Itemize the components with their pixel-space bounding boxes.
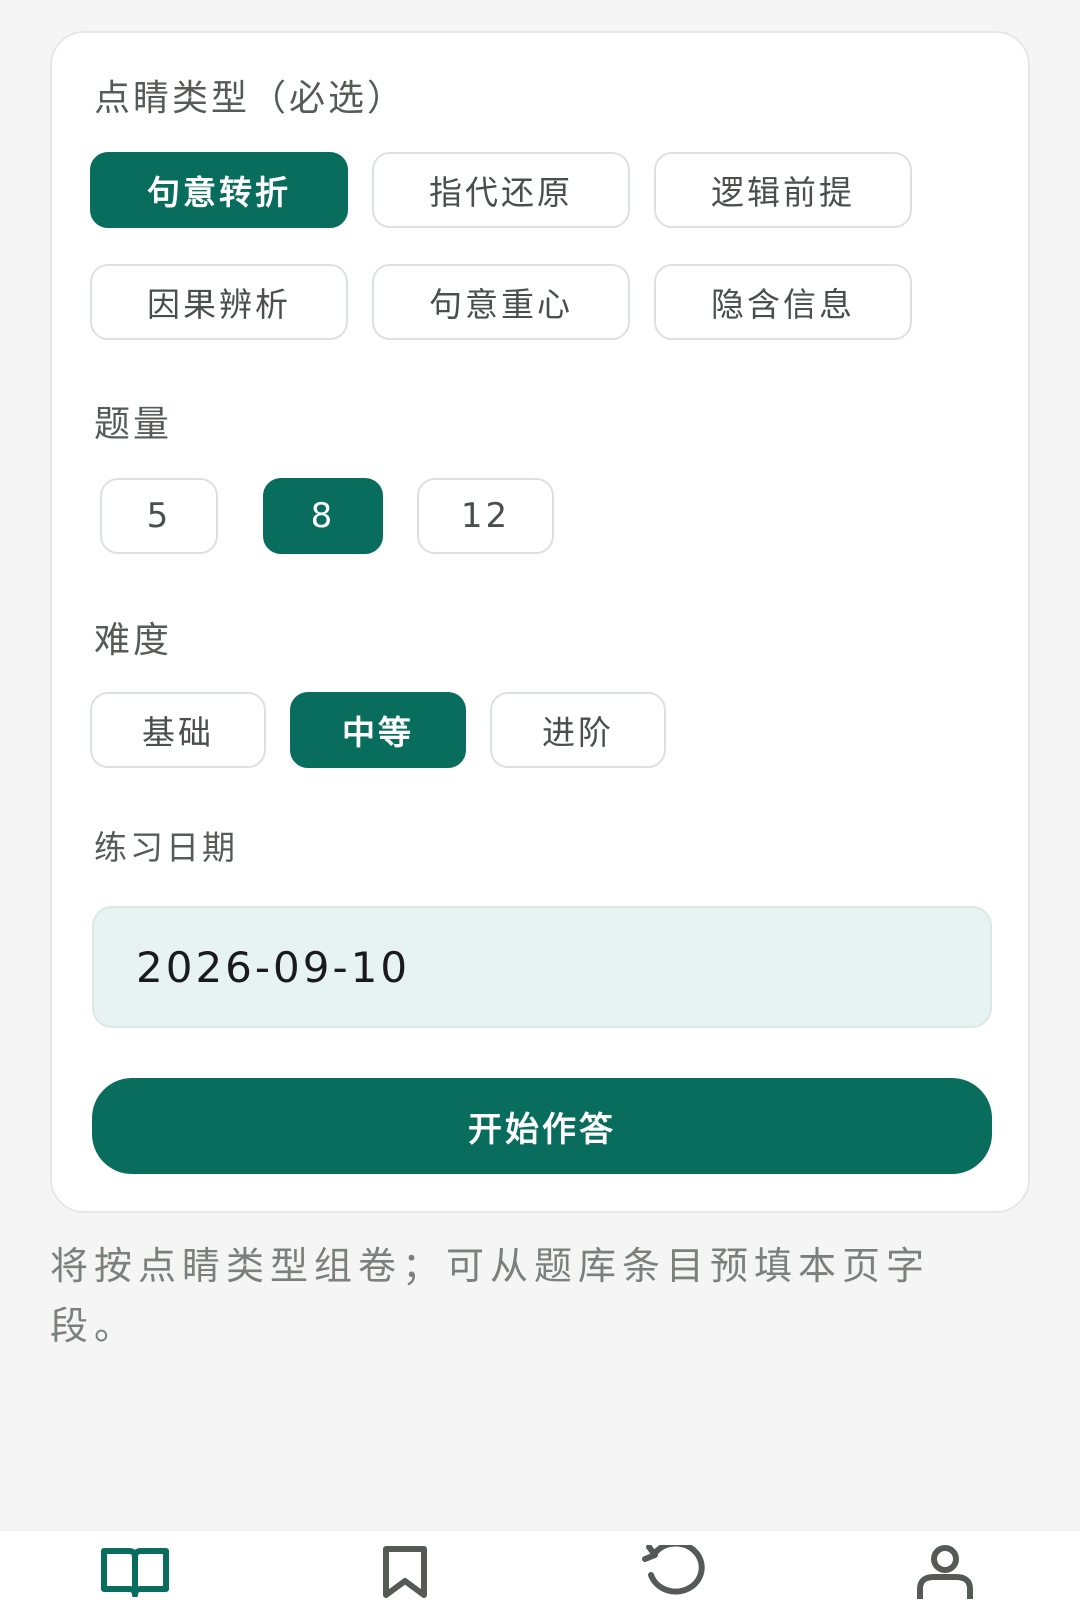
tab-history[interactable] (634, 1545, 714, 1611)
hint-text: 将按点睛类型组卷；可从题库条目预填本页字段。 (50, 1244, 931, 1348)
tab-practice[interactable] (95, 1545, 175, 1611)
tab-profile[interactable] (905, 1545, 985, 1611)
start-answer-button[interactable]: 开始作答 (92, 1078, 992, 1174)
practice-settings-card: 点睛类型（必选） 句意转折 指代还原 逻辑前提 因果辨析 句意重心 隐含信息 题… (50, 31, 1030, 1213)
type-chip-causal[interactable]: 因果辨析 (90, 264, 348, 340)
practice-date-field[interactable]: 2026-09-10 (92, 906, 992, 1028)
type-chip-turn[interactable]: 句意转折 (90, 152, 348, 228)
count-chip-5[interactable]: 5 (100, 478, 218, 554)
count-section-label: 题量 (94, 404, 173, 445)
tab-bookmarks[interactable] (365, 1545, 445, 1611)
count-chip-12[interactable]: 12 (417, 478, 554, 554)
difficulty-chip-advanced[interactable]: 进阶 (490, 692, 666, 768)
type-chip-implicit[interactable]: 隐含信息 (654, 264, 912, 340)
type-section-label: 点睛类型（必选） (94, 78, 407, 119)
count-chip-8[interactable]: 8 (263, 478, 383, 554)
type-chip-reference[interactable]: 指代还原 (372, 152, 630, 228)
difficulty-chip-medium[interactable]: 中等 (290, 692, 466, 768)
type-chip-focus[interactable]: 句意重心 (372, 264, 630, 340)
difficulty-section-label: 难度 (94, 620, 173, 661)
open-book-icon (101, 1548, 169, 1597)
practice-date-value: 2026-09-10 (136, 942, 411, 992)
practice-setup-screen: 点睛类型（必选） 句意转折 指代还原 逻辑前提 因果辨析 句意重心 隐含信息 题… (0, 0, 1080, 1613)
type-chip-premise[interactable]: 逻辑前提 (654, 152, 912, 228)
history-icon (642, 1545, 705, 1595)
bottom-tab-bar (0, 1530, 1080, 1613)
difficulty-chip-basic[interactable]: 基础 (90, 692, 266, 768)
user-icon (917, 1545, 973, 1599)
date-section-label: 练习日期 (94, 828, 238, 867)
bookmark-icon (383, 1546, 427, 1598)
